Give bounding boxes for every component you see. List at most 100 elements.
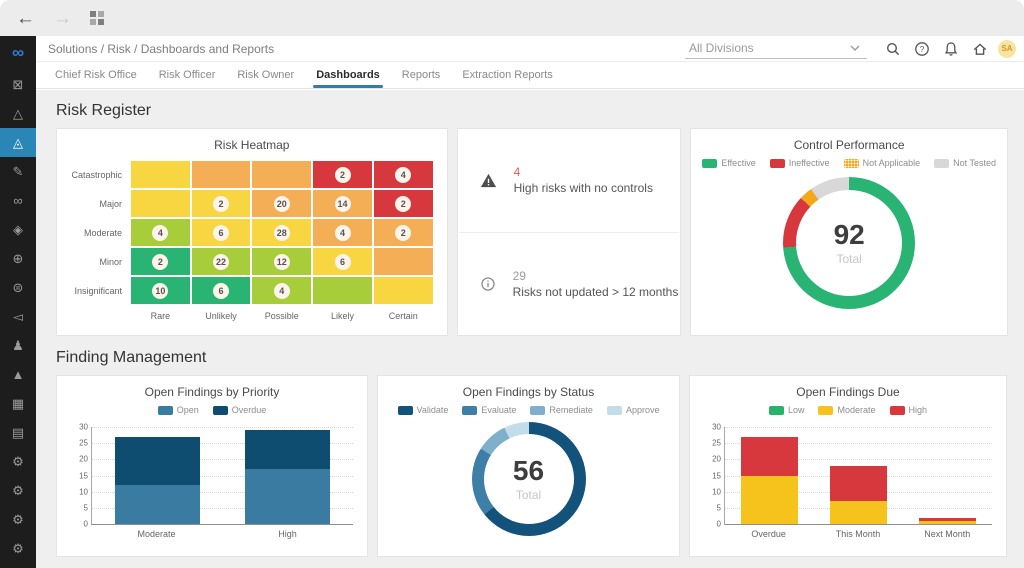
heatmap-cell[interactable]: 28 (252, 219, 312, 246)
tab-risk-owner[interactable]: Risk Owner (226, 62, 305, 88)
search-icon[interactable] (885, 41, 901, 57)
y-tick-label: 20 (712, 454, 721, 464)
heatmap-cell[interactable]: 2 (373, 219, 433, 246)
sidebar-item-warning-filled[interactable]: ▲ (0, 360, 36, 389)
sidebar-item-triangle-outline[interactable]: △ (0, 99, 36, 128)
sidebar-item-settings-4[interactable]: ⚙ (0, 534, 36, 563)
sidebar-item-mail[interactable]: ⊠ (0, 70, 36, 99)
sidebar-item-globe[interactable]: ⊕ (0, 244, 36, 273)
bar-overdue[interactable] (740, 427, 799, 524)
heatmap-cell[interactable]: 4 (131, 219, 190, 246)
bar-segment-moderate[interactable] (918, 520, 977, 524)
info-circle-icon (480, 277, 495, 291)
globe-icon: ⊕ (12, 250, 24, 266)
heatmap-cell[interactable]: 6 (191, 277, 251, 304)
sidebar-item-settings-3[interactable]: ⚙ (0, 505, 36, 534)
heatmap-cell[interactable] (191, 161, 251, 188)
legend-label: Not Applicable (862, 158, 921, 168)
tab-extraction-reports[interactable]: Extraction Reports (451, 62, 563, 88)
heatmap-cell[interactable]: 22 (191, 248, 251, 275)
donut-wrap: 56 Total (378, 415, 679, 536)
heatmap-cell[interactable]: 6 (313, 248, 372, 275)
heatmap-cell[interactable]: 4 (373, 161, 433, 188)
control-performance-donut[interactable]: 92 Total (783, 177, 916, 309)
heatmap-cell[interactable]: 2 (373, 190, 433, 217)
bar-this-month[interactable] (829, 427, 888, 524)
heatmap-cell[interactable] (313, 277, 372, 304)
bar-next-month[interactable] (918, 427, 977, 524)
tab-chief-risk-office[interactable]: Chief Risk Office (44, 62, 148, 88)
notifications-bell-icon[interactable] (943, 41, 959, 57)
home-icon[interactable] (972, 41, 988, 57)
status-donut[interactable]: 56 Total (471, 422, 586, 536)
legend-swatch (212, 405, 228, 415)
heatmap-cell[interactable] (131, 161, 190, 188)
legend-item-not-applicable[interactable]: Not Applicable (843, 158, 921, 168)
heatmap-cell[interactable]: 2 (131, 248, 190, 275)
heatmap-cell[interactable]: 6 (191, 219, 251, 246)
sidebar-item-infinity[interactable]: ∞ (0, 186, 36, 215)
legend-item-validate[interactable]: Validate (397, 405, 448, 415)
sidebar-item-settings-2[interactable]: ⚙ (0, 476, 36, 505)
sidebar-item-edit-pencil[interactable]: ✎ (0, 157, 36, 186)
sidebar-item-logo[interactable]: ∞ (0, 36, 36, 70)
bar-segment-moderate[interactable] (829, 501, 888, 524)
stat-card-not-updated[interactable]: 29 Risks not updated > 12 months (458, 233, 681, 336)
legend-item-evaluate[interactable]: Evaluate (462, 405, 516, 415)
sidebar-item-settings-1[interactable]: ⚙ (0, 447, 36, 476)
sidebar-item-documents[interactable]: ▤ (0, 418, 36, 447)
apps-grid-icon[interactable] (90, 11, 104, 25)
heatmap-cell[interactable]: 4 (252, 277, 312, 304)
breadcrumb[interactable]: Solutions / Risk / Dashboards and Report… (36, 42, 274, 56)
legend-item-open[interactable]: Open (157, 405, 199, 415)
heatmap-cell[interactable] (373, 248, 433, 275)
heatmap-cell[interactable] (131, 190, 190, 217)
bar-segment-moderate[interactable] (740, 475, 799, 524)
legend-item-remediate[interactable]: Remediate (530, 405, 593, 415)
legend-item-not-tested[interactable]: Not Tested (934, 158, 996, 168)
legend-item-approve[interactable]: Approve (606, 405, 659, 415)
bar-segment-overdue[interactable] (245, 430, 331, 470)
y-tick-label: 10 (79, 487, 88, 497)
forward-arrow-icon[interactable]: → (53, 9, 72, 28)
heatmap-cell[interactable] (373, 277, 433, 304)
heatmap-cell[interactable]: 14 (313, 190, 372, 217)
heatmap-cell[interactable]: 2 (313, 161, 372, 188)
legend-swatch (530, 405, 546, 415)
heatmap-cell[interactable]: 4 (313, 219, 372, 246)
tab-risk-officer[interactable]: Risk Officer (148, 62, 227, 88)
bar-segment-high[interactable] (740, 436, 799, 476)
tab-reports[interactable]: Reports (391, 62, 452, 88)
bar-segment-overdue[interactable] (114, 436, 200, 486)
bar-segment-open[interactable] (245, 469, 331, 524)
legend-item-ineffective[interactable]: Ineffective (769, 158, 830, 168)
heatmap-cell[interactable]: 20 (252, 190, 312, 217)
sidebar-item-globe-grid[interactable]: ⊜ (0, 273, 36, 302)
legend-item-low[interactable]: Low (768, 405, 804, 415)
back-arrow-icon[interactable]: ← (16, 9, 35, 28)
bar-segment-high[interactable] (829, 465, 888, 502)
heatmap-cell[interactable] (252, 161, 312, 188)
user-avatar[interactable]: SA (998, 39, 1016, 58)
sidebar-item-diamond[interactable]: ◈ (0, 215, 36, 244)
heatmap-cell[interactable]: 10 (131, 277, 190, 304)
sidebar-item-megaphone[interactable]: ◅ (0, 302, 36, 331)
legend-item-overdue[interactable]: Overdue (212, 405, 266, 415)
help-icon[interactable]: ? (914, 41, 930, 57)
bar-moderate[interactable] (114, 427, 200, 524)
heatmap-cell[interactable]: 2 (191, 190, 251, 217)
division-selector[interactable]: All Divisions (685, 38, 867, 59)
stat-card-high-risks[interactable]: 4 High risks with no controls (458, 129, 681, 232)
legend-item-high[interactable]: High (889, 405, 927, 415)
sidebar-item-person[interactable]: ♟ (0, 331, 36, 360)
header-icons: ? (885, 41, 988, 57)
section-title-risk-register: Risk Register (56, 102, 152, 119)
tab-dashboards[interactable]: Dashboards (305, 62, 391, 88)
legend-item-effective[interactable]: Effective (702, 158, 756, 168)
bar-segment-open[interactable] (114, 485, 200, 524)
heatmap-cell[interactable]: 12 (252, 248, 312, 275)
bar-high[interactable] (245, 427, 331, 524)
sidebar-item-building[interactable]: ▦ (0, 389, 36, 418)
sidebar-item-risk-register[interactable]: ◬ (0, 128, 36, 157)
legend-item-moderate[interactable]: Moderate (818, 405, 876, 415)
